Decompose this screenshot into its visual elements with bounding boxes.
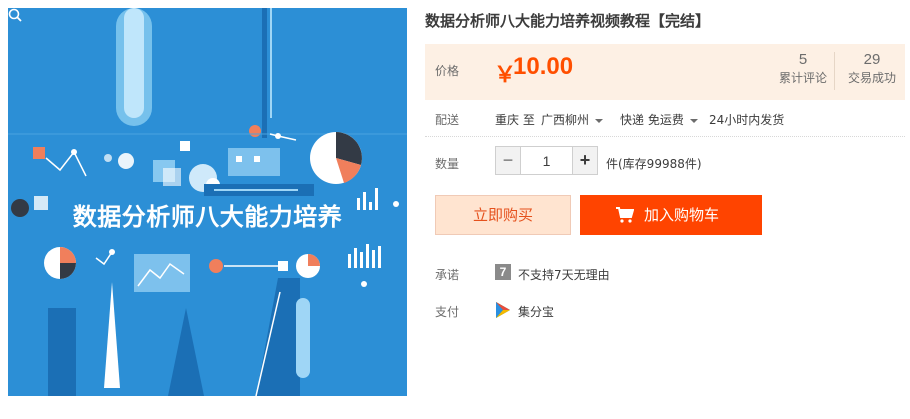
chevron-down-icon [689, 118, 698, 123]
delivery-destination: 广西柳州 [541, 113, 590, 127]
quantity-input[interactable] [521, 146, 572, 175]
zoom-icon[interactable] [8, 8, 22, 22]
stock-text: 件(库存99988件) [606, 157, 702, 171]
shipping-method-select[interactable]: 快递 免运费 [620, 111, 698, 128]
chevron-down-icon [595, 118, 604, 123]
price-panel: 价格 ￥ 10.00 5 累计评论 29 交易成功 [425, 44, 905, 100]
price-value: 10.00 [513, 53, 574, 80]
promise-label: 承诺 [435, 268, 460, 282]
quantity-increase-button[interactable]: + [572, 146, 598, 175]
product-image[interactable]: 数据分析师八大能力培养 [8, 8, 407, 396]
shopping-cart-icon [616, 207, 634, 223]
sales-label: 交易成功 [847, 71, 896, 85]
add-to-cart-button[interactable]: 加入购物车 [580, 195, 762, 235]
buy-now-button[interactable]: 立即购买 [435, 195, 571, 235]
seven-day-badge-icon: 7 [495, 264, 511, 280]
sales-count: 29 [863, 51, 881, 68]
delivery-from: 重庆 至 [495, 113, 535, 127]
payment-label: 支付 [435, 305, 460, 319]
stats-divider [834, 52, 835, 90]
product-title: 数据分析师八大能力培养视频教程【完结】 [425, 12, 711, 30]
comments-count: 5 [798, 51, 808, 68]
price-label: 价格 [435, 64, 460, 78]
delivery-label: 配送 [435, 113, 460, 127]
divider [425, 136, 905, 137]
delivery-destination-select[interactable]: 广西柳州 [541, 111, 604, 128]
comments-stat[interactable]: 5 累计评论 [775, 51, 831, 87]
quantity-decrease-button[interactable]: − [495, 146, 521, 175]
promise-text[interactable]: 不支持7天无理由 [518, 266, 610, 283]
payment-method[interactable]: 集分宝 [518, 303, 554, 320]
ship-time: 24小时内发货 [709, 113, 785, 127]
shipping-method: 快递 免运费 [620, 113, 684, 127]
comments-label: 累计评论 [778, 71, 827, 85]
banner-text: 数据分析师八大能力培养 [72, 203, 343, 231]
quantity-label: 数量 [435, 157, 460, 171]
add-to-cart-label: 加入购物车 [644, 206, 720, 224]
jifenbao-icon [496, 302, 510, 318]
sales-stat: 29 交易成功 [839, 51, 905, 87]
